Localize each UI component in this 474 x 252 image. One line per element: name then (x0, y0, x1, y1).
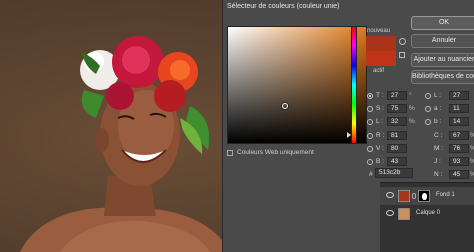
hex-label: # (369, 171, 373, 178)
layers-panel: Fond 1 Calque 0 (380, 182, 474, 252)
layer-name: Calque 0 (416, 210, 441, 216)
hue-label: T : (376, 92, 384, 99)
cyan-input[interactable]: 67 (449, 131, 469, 140)
blue-label: B : (376, 158, 384, 165)
current-color-label: actif (373, 68, 385, 74)
dialog-title: Sélecteur de couleurs (couleur unie) (227, 3, 340, 10)
hue-slider-handle[interactable] (347, 132, 351, 138)
lab-b-row: b : 14 (425, 117, 473, 127)
blue-input[interactable]: 43 (387, 157, 407, 166)
green-radio[interactable] (367, 146, 373, 152)
eye-icon[interactable] (386, 210, 394, 216)
lab-a-row: a : 11 (425, 104, 473, 114)
blue-row: B : 43 (367, 157, 413, 167)
saturation-brightness-field[interactable] (227, 26, 367, 144)
magenta-label: M : (434, 145, 444, 152)
magenta-row: M : 76 % (425, 144, 474, 154)
yellow-label: J : (434, 158, 441, 165)
hex-input[interactable]: 513c2b (375, 168, 413, 178)
lab-a-label: a : (434, 105, 442, 112)
lab-a-input[interactable]: 11 (449, 104, 469, 113)
lab-l-radio[interactable] (425, 93, 431, 99)
brightness-label: L : (376, 118, 383, 125)
black-row: N : 45 % (425, 170, 474, 180)
current-color-swatch[interactable] (366, 51, 396, 66)
layer-row-fond-1[interactable]: Fond 1 (380, 187, 474, 205)
brightness-radio[interactable] (367, 119, 373, 125)
brightness-input[interactable]: 32 (387, 117, 407, 126)
lab-l-label: L : (434, 92, 441, 99)
saturation-label: S : (376, 105, 384, 112)
hue-row: T : 27 ° (367, 91, 413, 101)
lab-b-input[interactable]: 14 (449, 117, 469, 126)
red-row: R : 81 (367, 131, 413, 141)
layer-name: Fond 1 (436, 192, 455, 198)
new-color-swatch (366, 36, 396, 51)
photo-layer-thumbnail[interactable] (398, 208, 410, 220)
eye-icon[interactable] (386, 192, 394, 198)
green-label: V : (376, 145, 384, 152)
out-of-gamut-icon[interactable] (399, 38, 406, 45)
yellow-input[interactable]: 93 (449, 157, 469, 166)
web-safe-cube-icon[interactable] (399, 52, 405, 58)
saturation-input[interactable]: 75 (387, 104, 407, 113)
saturation-unit: % (409, 105, 415, 112)
portrait-photo (20, 36, 222, 252)
color-libraries-button[interactable]: Bibliothèques de couleurs (411, 70, 474, 84)
layer-mask-thumbnail[interactable] (418, 190, 430, 202)
yellow-unit: % (470, 158, 474, 165)
lab-b-radio[interactable] (425, 119, 431, 125)
new-color-label: nouveau (367, 28, 391, 34)
hue-unit: ° (409, 92, 412, 99)
cyan-row: C : 67 % (425, 131, 474, 141)
black-unit: % (470, 171, 474, 178)
fill-layer-thumbnail[interactable] (398, 190, 410, 202)
hue-slider[interactable] (351, 26, 357, 144)
cyan-label: C : (434, 132, 443, 139)
blue-radio[interactable] (367, 159, 373, 165)
black-input[interactable]: 45 (449, 170, 469, 179)
magenta-unit: % (470, 145, 474, 152)
magenta-input[interactable]: 76 (449, 144, 469, 153)
ok-button[interactable]: OK (411, 16, 474, 30)
cancel-button[interactable]: Annuler (411, 34, 474, 48)
lab-b-label: b : (434, 118, 442, 125)
lab-l-input[interactable]: 27 (449, 91, 469, 100)
layer-row-calque-0[interactable]: Calque 0 (380, 205, 474, 223)
red-radio[interactable] (367, 133, 373, 139)
green-row: V : 80 (367, 144, 413, 154)
brightness-unit: % (409, 118, 415, 125)
red-input[interactable]: 81 (387, 131, 407, 140)
saturation-radio[interactable] (367, 106, 373, 112)
link-icon[interactable] (412, 193, 416, 199)
web-colors-only-label: Couleurs Web uniquement (237, 149, 314, 156)
cyan-unit: % (470, 132, 474, 139)
hue-radio[interactable] (367, 93, 373, 99)
yellow-row: J : 93 % (425, 157, 474, 167)
web-colors-only-checkbox[interactable] (227, 150, 233, 156)
lab-a-radio[interactable] (425, 106, 431, 112)
red-label: R : (376, 132, 385, 139)
hue-input[interactable]: 27 (387, 91, 407, 100)
green-input[interactable]: 80 (387, 144, 407, 153)
add-to-swatches-button[interactable]: Ajouter au nuancier (411, 53, 474, 67)
brightness-row: L : 32 % (367, 117, 415, 127)
saturation-row: S : 75 % (367, 104, 415, 114)
lab-l-row: L : 27 (425, 91, 473, 101)
color-field-cursor[interactable] (282, 103, 288, 109)
black-label: N : (434, 171, 443, 178)
